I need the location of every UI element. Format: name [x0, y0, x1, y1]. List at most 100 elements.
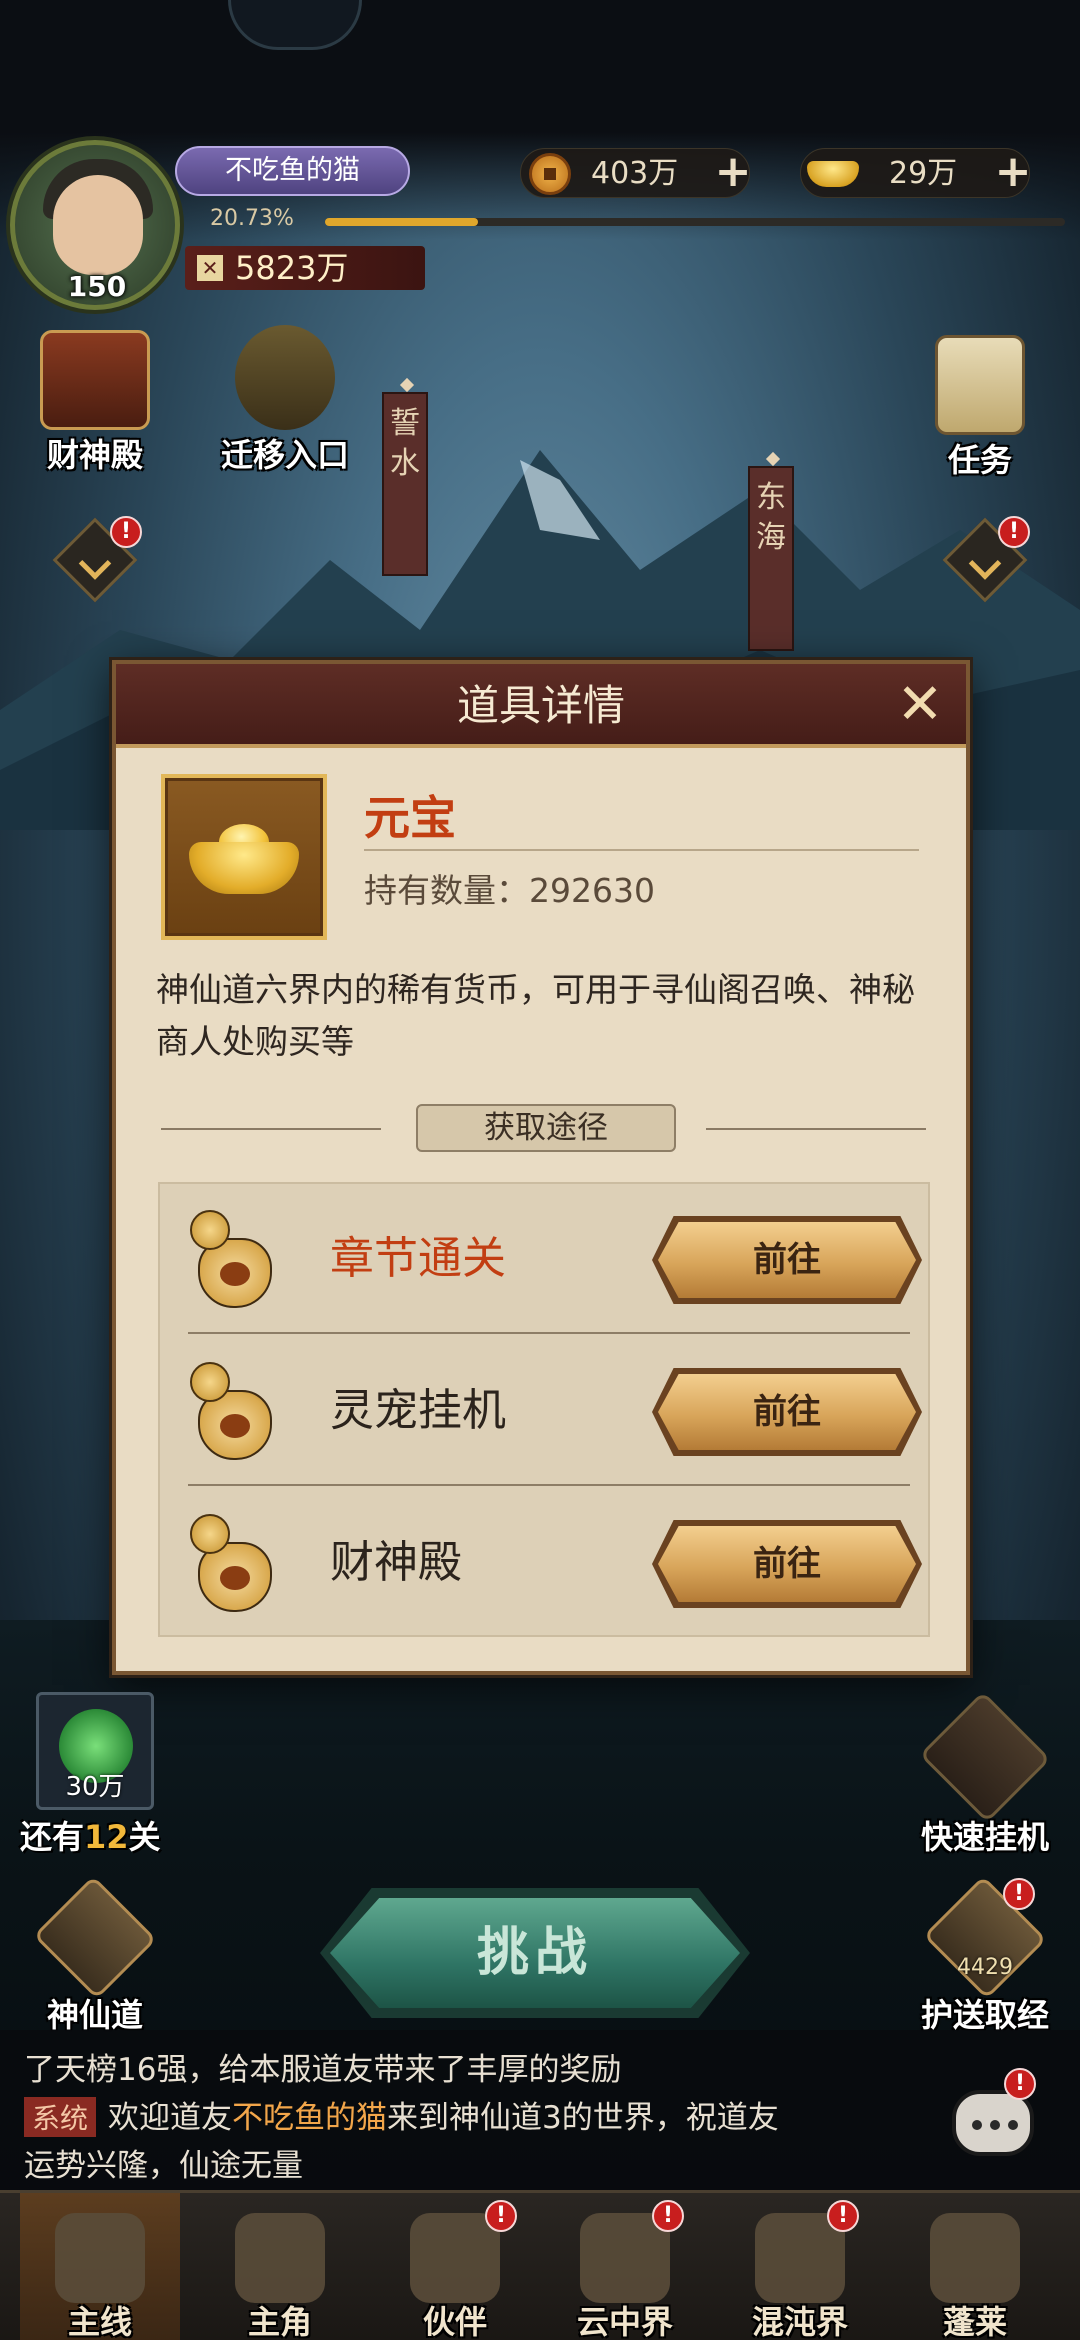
- acquire-paths-list: 章节通关 前往 灵宠挂机 前往 财神殿 前往: [158, 1182, 930, 1637]
- path-row: 灵宠挂机 前往: [160, 1336, 932, 1486]
- swords-icon: ✕: [197, 255, 223, 281]
- nav-partner-badge: !: [485, 2200, 517, 2232]
- chat-text-a: 欢迎道友: [108, 2100, 233, 2136]
- migrate-label: 迁移入口: [220, 436, 349, 474]
- chat-text-b: 来到神仙道3的世界，祝道友: [387, 2100, 779, 2136]
- item-divider: [364, 849, 919, 851]
- temple-icon: [40, 330, 150, 430]
- coin-icon: [529, 153, 571, 195]
- nav-label: 伙伴: [422, 2303, 487, 2340]
- crossed-swords-icon: [55, 2213, 145, 2303]
- escort-count: 4429: [957, 1955, 1013, 1980]
- nav-label: 云中界: [576, 2303, 673, 2340]
- stage-reward-amount: 30万: [65, 1772, 125, 1802]
- exp-bar: [325, 218, 1065, 226]
- pouch-icon: [188, 1362, 278, 1462]
- remain-count: 12: [84, 1818, 129, 1856]
- escort-button[interactable]: 4429 护送取经: [900, 1875, 1070, 2036]
- remain-prefix: 还有: [20, 1818, 85, 1856]
- path-row: 章节通关 前往: [160, 1184, 932, 1334]
- task-button[interactable]: 任务: [905, 335, 1055, 481]
- remain-suffix: 关: [128, 1818, 161, 1856]
- go-button[interactable]: 前往: [658, 1222, 916, 1298]
- combat-power-value: 5823万: [235, 249, 349, 287]
- chat-dot: [1008, 2120, 1018, 2130]
- go-button[interactable]: 前往: [658, 1374, 916, 1450]
- item-count: 持有数量：292630: [364, 871, 655, 910]
- pouch-coins: [190, 1514, 230, 1554]
- item-detail-dialog: 道具详情 ✕ 元宝 持有数量：292630 神仙道六界内的稀有货币，可用于寻仙阁…: [112, 660, 970, 1675]
- ingot-icon: [807, 161, 859, 187]
- scroll-diamond-icon: [33, 1875, 157, 2000]
- item-description: 神仙道六界内的稀有货币，可用于寻仙阁召唤、神秘商人处购买等: [156, 970, 915, 1061]
- shenxian-button[interactable]: 神仙道: [20, 1875, 170, 2036]
- ingot-counter: 29万 +: [800, 148, 1031, 198]
- stage-reward-box[interactable]: 30万: [36, 1692, 154, 1810]
- path-name: 灵宠挂机: [330, 1385, 506, 1436]
- gold-ingot-icon: [189, 824, 299, 894]
- header-line-right: [706, 1128, 926, 1130]
- chat-dot: [972, 2120, 982, 2130]
- acquire-paths-header: 获取途径: [161, 1104, 926, 1154]
- path-name: 章节通关: [330, 1233, 506, 1284]
- stages-remaining: 还有12关: [20, 1812, 161, 1858]
- nav-cloud-badge: !: [652, 2200, 684, 2232]
- challenge-button[interactable]: 挑战: [330, 1898, 740, 2008]
- exp-percent: 20.73%: [210, 206, 294, 231]
- partner-icon: [410, 2213, 500, 2303]
- nav-label: 主线: [67, 2303, 132, 2340]
- coin-value: 403万: [591, 156, 679, 191]
- nav-main-line[interactable]: 主线: [20, 2193, 180, 2340]
- add-coins-button[interactable]: +: [711, 150, 755, 196]
- add-ingots-button[interactable]: +: [991, 150, 1035, 196]
- system-tag: 系统: [24, 2097, 97, 2137]
- left-diamond-badge: !: [110, 516, 142, 548]
- nav-hero[interactable]: 主角: [200, 2193, 360, 2340]
- chat-line-3: 运势兴隆，仙途无量: [24, 2148, 303, 2184]
- dialog-title: 道具详情: [456, 681, 625, 730]
- player-name[interactable]: 不吃鱼的猫: [175, 146, 410, 196]
- coin-counter: 403万 +: [520, 148, 751, 198]
- bottom-nav-bar: 主线 主角 伙伴 云中界 混沌界 蓬莱: [0, 2190, 1080, 2340]
- right-diamond-badge: !: [998, 516, 1030, 548]
- map-banner-donghai-text: 东海: [756, 480, 786, 555]
- path-name: 财神殿: [330, 1537, 462, 1588]
- task-label: 任务: [947, 441, 1012, 479]
- nav-penglai[interactable]: 蓬莱: [895, 2193, 1055, 2340]
- pouch-coins: [190, 1362, 230, 1402]
- chat-panel[interactable]: 了天榜16强，给本服道友带来了丰厚的奖励 系统 欢迎道友不吃鱼的猫来到神仙道3的世…: [0, 2030, 1080, 2190]
- migrate-button[interactable]: 迁移入口: [205, 325, 365, 476]
- exp-bar-fill: [325, 218, 479, 226]
- go-button[interactable]: 前往: [658, 1526, 916, 1602]
- escort-badge: !: [1003, 1878, 1035, 1910]
- map-banner-shishui[interactable]: 誓水: [382, 392, 428, 576]
- chat-badge: !: [1004, 2068, 1036, 2100]
- close-icon[interactable]: ✕: [894, 677, 946, 733]
- fast-idle-button[interactable]: 快速挂机: [900, 1691, 1070, 1858]
- nav-label: 主角: [247, 2303, 312, 2340]
- caishen-button[interactable]: 财神殿: [20, 330, 170, 476]
- nav-chaos-badge: !: [827, 2200, 859, 2232]
- pouch-paw: [220, 1262, 250, 1286]
- pouch-coins: [190, 1210, 230, 1250]
- map-banner-shishui-text: 誓水: [390, 406, 420, 481]
- sage-icon: [930, 2213, 1020, 2303]
- chat-line-1: 了天榜16强，给本服道友带来了丰厚的奖励: [24, 2052, 622, 2088]
- item-icon-frame: [161, 774, 327, 940]
- chat-player-name[interactable]: 不吃鱼的猫: [232, 2100, 387, 2136]
- player-level: 150: [67, 270, 127, 303]
- hero-icon: [235, 2213, 325, 2303]
- combat-power: ✕ 5823万: [185, 246, 425, 290]
- pouch-icon: [188, 1210, 278, 1310]
- header-line-left: [161, 1128, 381, 1130]
- scroll-icon: [935, 335, 1025, 435]
- ingot-body: [189, 842, 299, 894]
- caishen-label: 财神殿: [46, 436, 143, 474]
- map-banner-donghai[interactable]: 东海: [748, 466, 794, 651]
- chat-dot: [990, 2120, 1000, 2130]
- row-divider: [188, 1484, 910, 1486]
- pouch-icon: [188, 1514, 278, 1614]
- dialog-header: 道具详情 ✕: [116, 664, 966, 748]
- warrior-icon: [235, 325, 335, 430]
- avatar-face: [53, 175, 143, 275]
